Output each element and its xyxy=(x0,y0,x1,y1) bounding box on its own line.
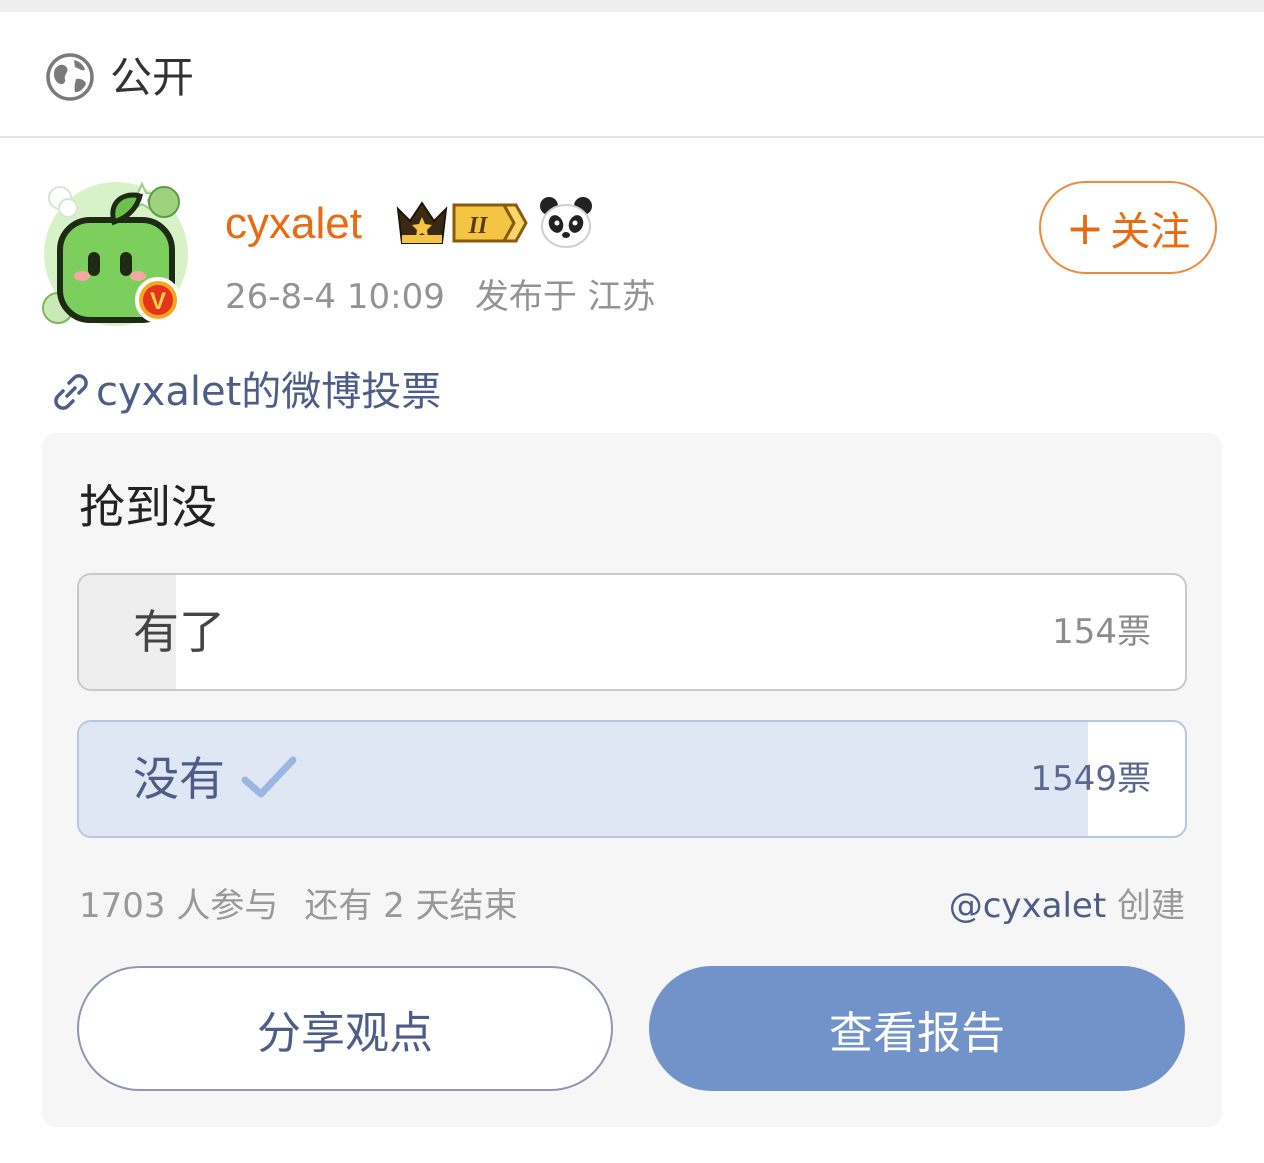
post-datetime: 26-8-4 10:09 xyxy=(225,277,445,317)
poll-option[interactable]: 有了 154票 xyxy=(77,573,1187,691)
poll-option-votes: 154票 xyxy=(1052,612,1151,652)
link-icon xyxy=(54,374,88,410)
plus-icon: + xyxy=(1065,200,1105,255)
avatar[interactable]: V xyxy=(38,170,198,330)
poll-option-votes: 1549票 xyxy=(1030,759,1151,799)
verified-v-icon: V xyxy=(150,288,166,315)
view-report-button[interactable]: 查看报告 xyxy=(649,966,1185,1091)
post-meta: 26-8-4 10:09 发布于 江苏 xyxy=(225,272,656,322)
poll-creator: @cyxalet 创建 xyxy=(949,883,1185,929)
vote-link[interactable]: cyxalet的微博投票 xyxy=(48,362,441,422)
visibility-label: 公开 xyxy=(110,53,195,102)
poll-participants: 1703 人参与 xyxy=(79,886,279,926)
poll-option-text: 没有 xyxy=(133,752,225,806)
creator-handle[interactable]: @cyxalet xyxy=(949,886,1106,926)
follow-label: 关注 xyxy=(1110,208,1191,255)
badge-level: II xyxy=(468,213,489,239)
follow-button[interactable]: + 关注 xyxy=(1039,181,1217,274)
poll-card: 抢到没 有了 154票 没有 1549票 1703 人参与 还有 2 天结束 @c… xyxy=(42,433,1222,1127)
poll-stats: 1703 人参与 还有 2 天结束 xyxy=(79,883,518,929)
poll-question: 抢到没 xyxy=(79,480,217,534)
panda-icon xyxy=(540,197,592,248)
creator-suffix: 创建 xyxy=(1106,886,1185,926)
poll-option-label: 有了 xyxy=(133,602,225,662)
top-strip xyxy=(0,0,1264,12)
vote-link-text: cyxalet的微博投票 xyxy=(96,369,442,415)
share-opinion-button[interactable]: 分享观点 xyxy=(77,966,613,1091)
poll-option-text: 有了 xyxy=(133,605,225,659)
checkmark-icon xyxy=(241,756,297,798)
author-username[interactable]: cyxalet xyxy=(225,192,362,256)
poll-option-label: 没有 xyxy=(133,749,299,809)
poll-remaining: 还有 2 天结束 xyxy=(304,886,518,926)
post-location: 发布于 江苏 xyxy=(474,277,656,317)
globe-icon xyxy=(46,53,94,101)
poll-option-selected[interactable]: 没有 1549票 xyxy=(77,720,1187,838)
visibility-bar[interactable]: 公开 xyxy=(0,12,1264,138)
crown-badge-icon[interactable]: II xyxy=(392,195,528,251)
